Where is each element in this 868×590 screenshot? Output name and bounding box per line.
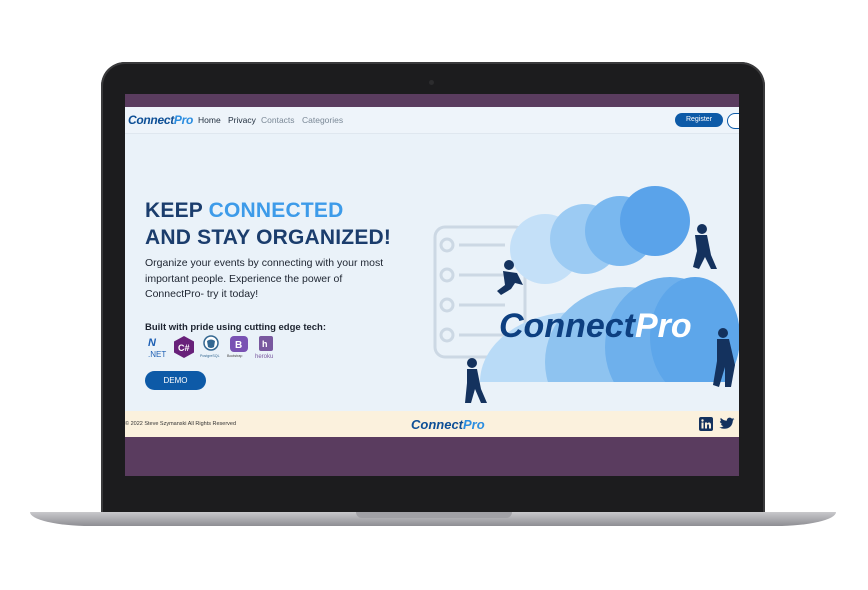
svg-text:PostgreSQL: PostgreSQL [200,354,220,358]
brand-logo[interactable]: ConnectPro [128,113,193,127]
footer-brand-main: Connect [411,417,463,432]
svg-text:C#: C# [178,343,190,353]
demo-button[interactable]: DEMO [145,371,206,390]
website: ConnectPro Home Privacy Contacts Categor… [125,107,739,452]
footer-brand-logo[interactable]: ConnectPro [411,417,485,432]
copyright-text: © 2022 Steve Szymanski All Rights Reserv… [125,421,237,427]
heroku-icon: h heroku [253,335,281,364]
bootstrap-icon: B Bootstrap [226,335,252,364]
hero-heading: KEEP CONNECTED AND STAY ORGANIZED! [145,197,391,251]
hero-line1-main: KEEP [145,199,209,222]
hero-line1-accent: CONNECTED [208,199,344,222]
hero-line2: AND STAY ORGANIZED! [145,226,392,249]
twitter-icon[interactable] [719,417,735,436]
register-button[interactable]: Register [675,113,723,127]
camera-icon [429,80,434,85]
nav-contacts[interactable]: Contacts [261,115,295,125]
svg-text:Bootstrap: Bootstrap [227,354,242,358]
linkedin-icon[interactable] [699,417,713,436]
tech-title: Built with pride using cutting edge tech… [145,322,327,333]
svg-text:heroku: heroku [255,354,273,359]
svg-text:N: N [148,337,157,349]
hero-paragraph: Organize your events by connecting with … [145,257,384,300]
svg-text:B: B [235,340,242,351]
footer-brand-accent: Pro [463,417,485,432]
laptop-base-notch [356,512,512,518]
svg-text:ConnectPro: ConnectPro [499,307,692,345]
svg-text:.NET: .NET [148,350,166,359]
brand-main: Connect [128,113,174,127]
laptop-screen: ConnectPro Home Privacy Contacts Categor… [125,94,739,476]
footer: © 2022 Steve Szymanski All Rights Reserv… [125,411,739,437]
navbar: ConnectPro Home Privacy Contacts Categor… [125,107,739,134]
nav-categories[interactable]: Categories [302,115,343,125]
csharp-icon: C# [173,335,195,364]
hero-illustration: ConnectPro [425,177,739,452]
login-button[interactable] [727,113,739,129]
svg-text:h: h [262,339,268,349]
postgresql-icon: PostgreSQL [199,335,223,364]
nav-home[interactable]: Home [198,115,221,125]
nav-privacy[interactable]: Privacy [228,115,256,125]
dotnet-icon: N .NET [145,335,169,364]
brand-accent: Pro [173,113,194,127]
